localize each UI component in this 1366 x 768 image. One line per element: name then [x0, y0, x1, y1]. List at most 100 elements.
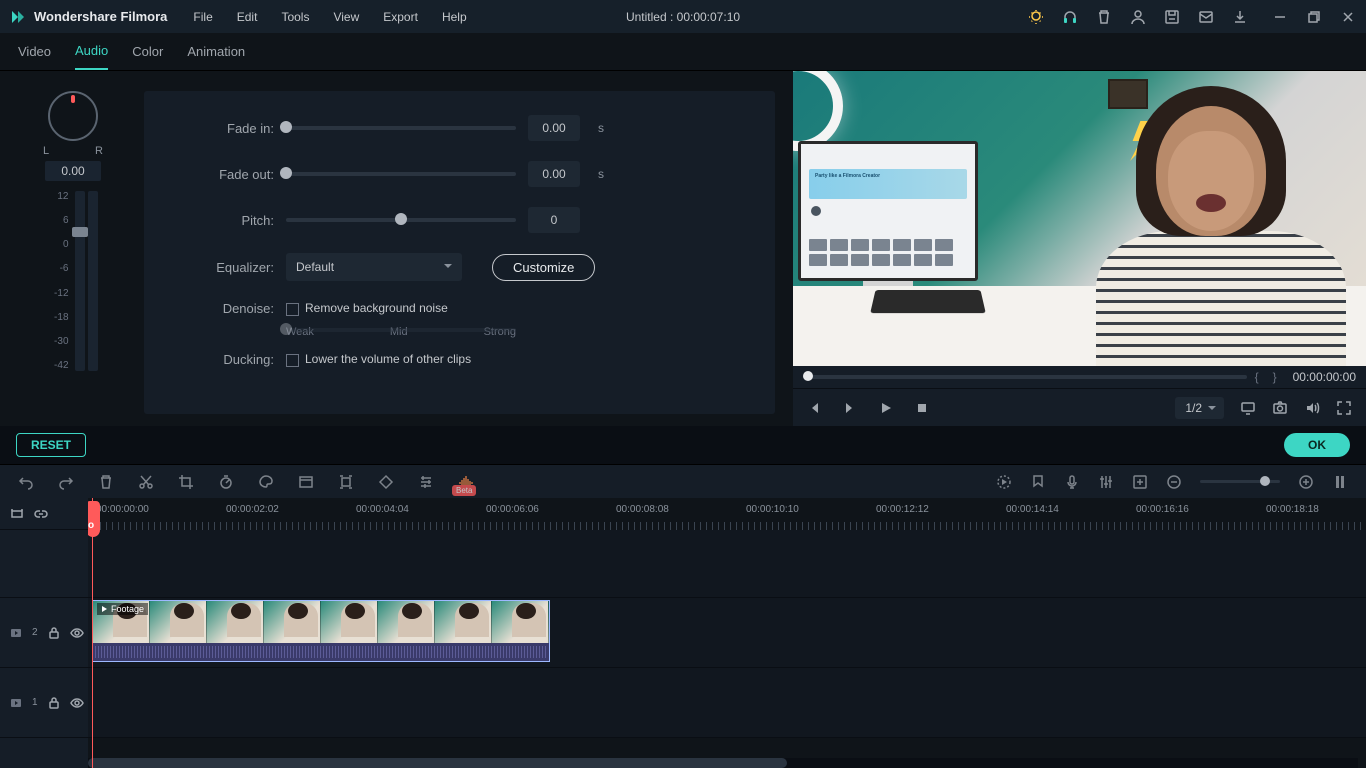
tab-animation[interactable]: Animation — [187, 34, 245, 69]
green-screen-icon[interactable] — [298, 474, 314, 490]
video-clip[interactable]: Footage — [92, 600, 550, 662]
link-icon[interactable] — [34, 507, 48, 521]
playback-time: 00:00:00:00 — [1293, 370, 1356, 384]
audio-visualizer-icon[interactable]: Beta — [458, 474, 474, 490]
panel-tabs: Video Audio Color Animation — [0, 33, 1366, 71]
balance-knob[interactable] — [48, 91, 98, 141]
zoom-slider[interactable] — [1200, 480, 1280, 483]
preview-video[interactable]: Party like a Filmora Creator — [793, 71, 1366, 366]
zoom-in-icon[interactable] — [1298, 474, 1314, 490]
menu-view[interactable]: View — [331, 6, 361, 28]
motion-tracking-icon[interactable] — [338, 474, 354, 490]
maximize-icon[interactable] — [1306, 9, 1322, 25]
menu-file[interactable]: File — [191, 6, 214, 28]
track-header-2: 2 — [0, 598, 88, 668]
download-icon[interactable] — [1232, 9, 1248, 25]
delete-icon[interactable] — [98, 474, 114, 490]
cut-icon[interactable] — [138, 474, 154, 490]
user-icon[interactable] — [1130, 9, 1146, 25]
playhead[interactable]: o — [92, 498, 93, 768]
snapshot-icon[interactable] — [1272, 400, 1288, 416]
pitch-slider[interactable] — [286, 218, 516, 222]
marker-icon[interactable] — [1030, 474, 1046, 490]
customize-button[interactable]: Customize — [492, 254, 595, 281]
mark-in-brace[interactable]: { — [1255, 370, 1259, 384]
fade-out-slider[interactable] — [286, 172, 516, 176]
menu-export[interactable]: Export — [381, 6, 420, 28]
zoom-fit-icon[interactable] — [1332, 474, 1348, 490]
redo-icon[interactable] — [58, 474, 74, 490]
volume-fader[interactable] — [75, 191, 85, 371]
undo-icon[interactable] — [18, 474, 34, 490]
zoom-out-icon[interactable] — [1166, 474, 1182, 490]
track-lane-spacer[interactable] — [88, 530, 1366, 598]
preview-panel: Party like a Filmora Creator — [793, 71, 1366, 426]
denoise-slider[interactable] — [286, 328, 516, 332]
prev-frame-icon[interactable] — [807, 401, 821, 415]
track-lane-2[interactable]: Footage — [88, 598, 1366, 668]
track-lane-1[interactable] — [88, 668, 1366, 738]
save-icon[interactable] — [1164, 9, 1180, 25]
mixer-icon[interactable] — [1098, 474, 1114, 490]
lock-icon[interactable] — [48, 697, 60, 709]
stop-icon[interactable] — [915, 401, 929, 415]
display-icon[interactable] — [1240, 400, 1256, 416]
timeline-ruler[interactable]: 00:00:00:00 00:00:02:02 00:00:04:04 00:0… — [88, 498, 1366, 530]
speed-icon[interactable] — [218, 474, 234, 490]
mark-out-brace[interactable]: } — [1273, 370, 1277, 384]
visibility-icon[interactable] — [70, 627, 84, 639]
minimize-icon[interactable] — [1272, 9, 1288, 25]
balance-value[interactable]: 0.00 — [45, 161, 100, 181]
denoise-checkbox[interactable]: Remove background noise — [286, 301, 448, 315]
color-icon[interactable] — [258, 474, 274, 490]
timeline-hscroll[interactable] — [88, 758, 1358, 768]
ducking-checkbox[interactable]: Lower the volume of other clips — [286, 352, 471, 366]
lock-icon[interactable] — [48, 627, 60, 639]
preview-quality-select[interactable]: 1/2 — [1175, 397, 1224, 419]
tab-color[interactable]: Color — [132, 34, 163, 69]
clip-audio-waveform — [93, 643, 549, 661]
play-icon[interactable] — [879, 401, 893, 415]
fullscreen-icon[interactable] — [1336, 400, 1352, 416]
close-icon[interactable] — [1340, 9, 1356, 25]
audio-panel: LR 0.00 12 6 0 -6 -12 -18 -30 -42 — [0, 71, 793, 426]
fade-out-input[interactable] — [528, 161, 580, 187]
fade-in-slider[interactable] — [286, 126, 516, 130]
menu-edit[interactable]: Edit — [235, 6, 260, 28]
auto-ripple-icon[interactable] — [10, 507, 24, 521]
tab-audio[interactable]: Audio — [75, 33, 108, 70]
titlebar: Wondershare Filmora File Edit Tools View… — [0, 0, 1366, 33]
lightbulb-icon[interactable] — [1028, 9, 1044, 25]
render-icon[interactable] — [996, 474, 1012, 490]
ring-light — [793, 71, 843, 151]
volume-icon[interactable] — [1304, 400, 1320, 416]
record-voiceover-icon[interactable] — [1064, 474, 1080, 490]
menu-tools[interactable]: Tools — [279, 6, 311, 28]
pitch-input[interactable] — [528, 207, 580, 233]
track-video-icon — [10, 697, 22, 709]
reset-button[interactable]: RESET — [16, 433, 86, 457]
equalizer-select[interactable]: Default — [286, 253, 462, 281]
headphones-icon[interactable] — [1062, 9, 1078, 25]
timeline: 2 1 o 00:00:00:00 00:00:02:02 00:00:04:0… — [0, 498, 1366, 768]
pitch-label: Pitch: — [164, 213, 274, 228]
keyframe-icon[interactable] — [378, 474, 394, 490]
track-video-icon — [10, 627, 22, 639]
mail-icon[interactable] — [1198, 9, 1214, 25]
visibility-icon[interactable] — [70, 697, 84, 709]
add-media-icon[interactable] — [1132, 474, 1148, 490]
adjust-icon[interactable] — [418, 474, 434, 490]
ok-button[interactable]: OK — [1284, 433, 1350, 457]
crop-icon[interactable] — [178, 474, 194, 490]
fade-in-label: Fade in: — [164, 121, 274, 136]
document-title: Untitled : 00:00:07:10 — [626, 10, 740, 24]
playback-scrubber[interactable] — [803, 375, 1247, 379]
next-frame-icon[interactable] — [843, 401, 857, 415]
menu-help[interactable]: Help — [440, 6, 469, 28]
fade-in-input[interactable] — [528, 115, 580, 141]
preview-monitor: Party like a Filmora Creator — [798, 141, 978, 281]
balance-left-label: L — [43, 145, 49, 157]
trash-icon[interactable] — [1096, 9, 1112, 25]
tab-video[interactable]: Video — [18, 34, 51, 69]
app-name: Wondershare Filmora — [34, 9, 167, 24]
